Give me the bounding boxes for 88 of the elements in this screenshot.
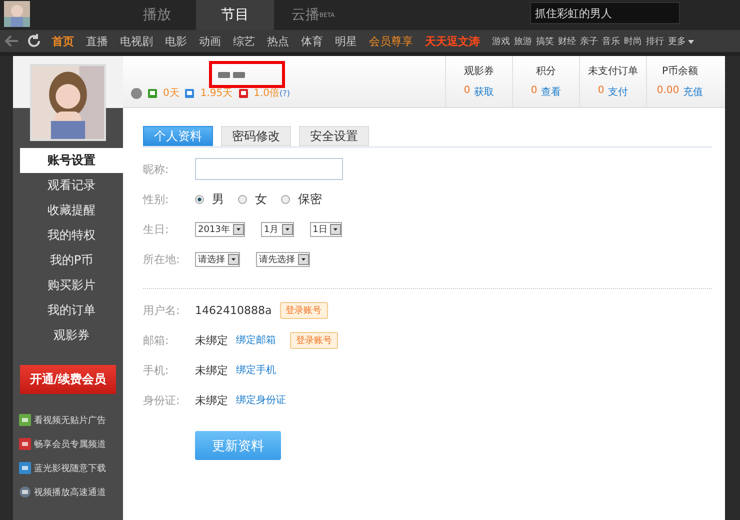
sidebar-item[interactable]: 账号设置 [20, 148, 123, 173]
nav-link[interactable]: 明星 [335, 34, 357, 48]
radio-button[interactable] [238, 194, 247, 204]
bind-link[interactable]: 绑定邮箱 [236, 333, 276, 347]
login-account-tag: 登录账号 [280, 302, 328, 318]
nav-link[interactable]: 旅游 [514, 34, 532, 48]
nav-link[interactable]: 热点 [267, 34, 289, 48]
sidebar-item[interactable]: 购买影片 [20, 273, 123, 298]
field-label: 手机: [143, 362, 170, 378]
nav-link[interactable]: 电视剧 [120, 34, 153, 48]
radio-label: 女 [255, 190, 267, 208]
dropdown[interactable]: 1日 [310, 222, 342, 236]
nickname-field[interactable] [195, 158, 343, 180]
refresh-icon[interactable] [26, 33, 42, 49]
nav-link[interactable]: 财经 [558, 34, 576, 48]
bind-link[interactable]: 绑定身份证 [236, 393, 286, 407]
nav-link[interactable]: 亲子 [580, 34, 598, 48]
radio-label: 保密 [298, 190, 322, 208]
sidebar-item[interactable]: 我的订单 [20, 298, 123, 323]
nav-link[interactable]: 直播 [86, 34, 108, 48]
dropdown[interactable]: 请先选择 [256, 252, 310, 266]
login-account-tag: 登录账号 [290, 332, 338, 348]
radio-button[interactable] [195, 194, 204, 204]
field-label: 性别: [143, 192, 170, 206]
perk-value: 1.95天 [200, 87, 233, 100]
feature-text: 蓝光影视随意下载 [34, 462, 106, 474]
sidebar-item[interactable]: 观影券 [20, 323, 123, 348]
nav-link[interactable]: 首页 [52, 34, 74, 48]
search-field[interactable]: 抓住彩虹的男人 [530, 2, 680, 24]
stat-label: 未支付订单 [588, 64, 638, 78]
tab[interactable]: 安全设置 [299, 126, 369, 146]
top-tab[interactable]: 节目 [196, 0, 274, 30]
field-value: 1462410888a [195, 304, 272, 316]
stat-value: 0 [530, 85, 538, 98]
nav-link[interactable]: 动画 [199, 34, 221, 48]
sidebar-item[interactable]: 我的特权 [20, 223, 123, 248]
feature-text: 视频播放高速通道 [34, 486, 106, 498]
nav-link[interactable]: 会员尊享 [369, 34, 413, 48]
stat-link[interactable]: 查看 [541, 85, 562, 99]
sidebar-item[interactable]: 收藏提醒 [20, 198, 123, 223]
stat-link[interactable]: 支付 [608, 85, 628, 99]
field-label: 邮箱: [143, 332, 170, 348]
top-tab[interactable]: 播放 [118, 0, 196, 30]
globe-icon [131, 88, 142, 98]
top-tab[interactable]: 云播$^{BETA}$ [274, 0, 352, 30]
nav-link[interactable]: 更多 [668, 34, 694, 48]
nav-link[interactable]: 排行 [646, 34, 664, 48]
stat-label: 观影券 [464, 64, 494, 78]
stat-value: 0.00 [656, 85, 680, 98]
nav-link[interactable]: 综艺 [233, 34, 255, 48]
bind-link[interactable]: 绑定手机 [236, 363, 276, 377]
nav-link[interactable]: 游戏 [492, 34, 510, 48]
nav-link[interactable]: 搞笑 [536, 34, 554, 48]
dropdown[interactable]: 1月 [260, 222, 294, 236]
dropdown[interactable]: 2013年 [195, 222, 245, 236]
level-badge-icon [218, 72, 230, 78]
perk-value: 0天 [163, 87, 180, 100]
field-value: 未绑定 [195, 332, 228, 348]
stat-label: 积分 [536, 65, 556, 78]
stat-value: 0 [464, 85, 470, 98]
stat-value: 0 [598, 85, 604, 98]
field-label: 昵称: [143, 162, 170, 176]
sidebar-item[interactable]: 观看记录 [20, 173, 123, 198]
radio-button[interactable] [281, 194, 290, 204]
field-label: 身份证: [143, 392, 181, 408]
tab[interactable]: 密码修改 [221, 126, 291, 146]
perk-value: 1.0倍(?) [254, 86, 290, 100]
back-arrow-icon[interactable] [4, 34, 20, 48]
field-label: 用户名: [143, 302, 181, 318]
stat-label: P币余额 [662, 64, 698, 78]
caret-icon [688, 40, 694, 44]
nav-link[interactable]: 音乐 [602, 34, 620, 48]
vip-badge-icon [233, 72, 245, 78]
stat-link[interactable]: 获取 [474, 85, 494, 99]
field-label: 所在地: [143, 252, 181, 266]
feature-text: 畅享会员专属频道 [34, 438, 106, 450]
nav-link[interactable]: 电影 [165, 34, 187, 48]
field-value: 未绑定 [195, 392, 228, 408]
dropdown[interactable]: 请选择 [195, 252, 240, 266]
field-label: 生日: [143, 222, 170, 236]
nav-link[interactable]: 时尚 [624, 34, 642, 48]
vip-button[interactable]: 开通/续费会员 [20, 365, 116, 394]
sidebar-item[interactable]: 我的P币 [20, 248, 123, 273]
nav-link[interactable]: 体育 [301, 34, 323, 48]
feature-text: 看视频无贴片广告 [34, 414, 106, 426]
radio-label: 男 [212, 190, 224, 208]
field-value: 未绑定 [195, 362, 228, 378]
stat-link[interactable]: 充值 [683, 85, 704, 99]
